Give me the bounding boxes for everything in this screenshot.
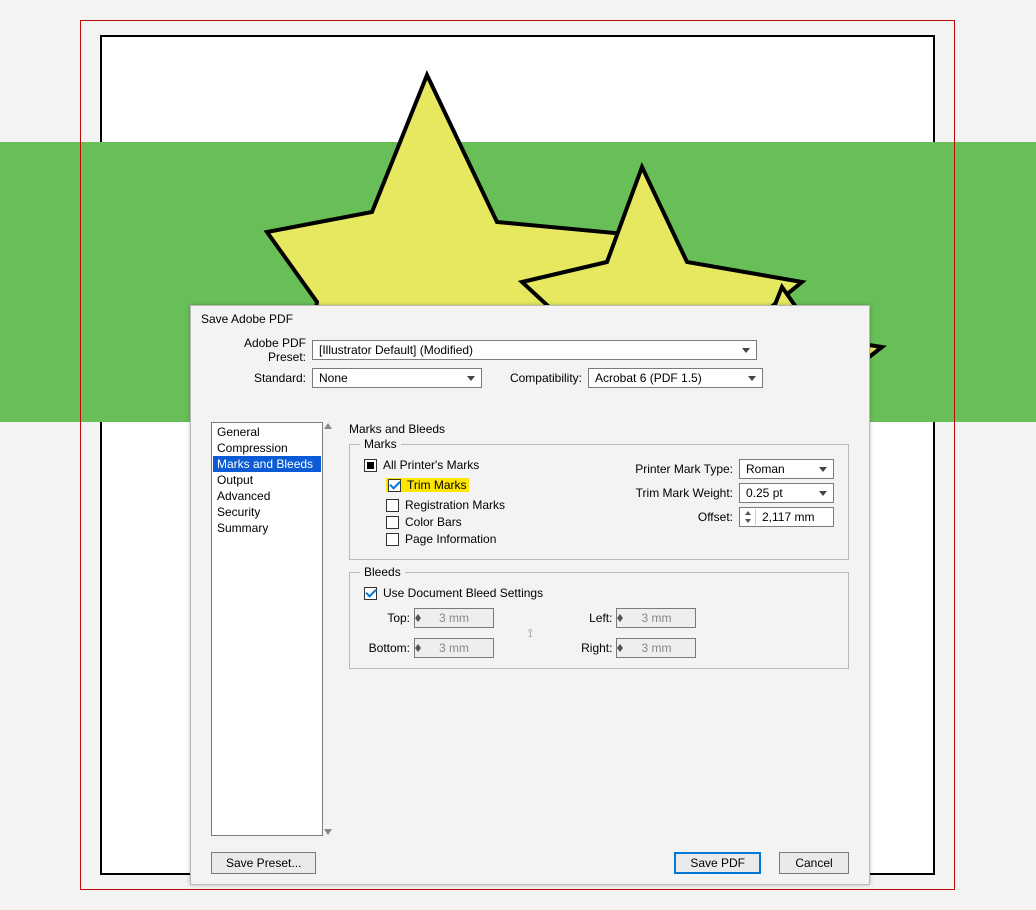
offset-spinner[interactable]: 2,117 mm	[739, 507, 834, 527]
standard-label: Standard:	[211, 371, 306, 385]
chevron-down-icon	[467, 376, 475, 381]
trim-marks-checkbox[interactable]: Trim Marks	[386, 478, 469, 492]
link-icon: ⟟	[528, 626, 532, 641]
use-document-bleed-checkbox[interactable]: Use Document Bleed Settings	[364, 586, 834, 600]
color-bars-checkbox[interactable]: Color Bars	[386, 515, 604, 529]
preset-value: [Illustrator Default] (Modified)	[319, 343, 473, 357]
checkbox-checked-icon	[364, 587, 377, 600]
printer-mark-type-select[interactable]: Roman	[739, 459, 834, 479]
standard-value: None	[319, 371, 348, 385]
spinner-down-icon	[415, 618, 421, 622]
sidebar-scrollbar[interactable]	[323, 423, 332, 835]
save-preset-button[interactable]: Save Preset...	[211, 852, 316, 874]
chevron-down-icon	[819, 467, 827, 472]
marks-legend: Marks	[360, 437, 401, 451]
spinner-down-icon	[617, 648, 623, 652]
registration-marks-checkbox[interactable]: Registration Marks	[386, 498, 604, 512]
spinner-down-icon	[415, 648, 421, 652]
bleeds-legend: Bleeds	[360, 565, 405, 579]
standard-select[interactable]: None	[312, 368, 482, 388]
page-information-checkbox[interactable]: Page Information	[386, 532, 604, 546]
offset-label: Offset:	[698, 510, 733, 524]
bleed-right-label: Right:	[566, 641, 612, 655]
sidebar-item-compression[interactable]: Compression	[213, 440, 321, 456]
marks-fieldset: Marks All Printer's Marks	[349, 444, 849, 560]
checkbox-checked-icon	[388, 479, 401, 492]
sidebar-item-general[interactable]: General	[213, 424, 321, 440]
scroll-up-icon[interactable]	[324, 423, 332, 429]
compat-select[interactable]: Acrobat 6 (PDF 1.5)	[588, 368, 763, 388]
chevron-down-icon	[819, 491, 827, 496]
spinner-down-icon	[617, 618, 623, 622]
bleed-left-label: Left:	[566, 611, 612, 625]
printer-mark-type-label: Printer Mark Type:	[635, 462, 733, 476]
chevron-down-icon	[748, 376, 756, 381]
save-pdf-button[interactable]: Save PDF	[674, 852, 761, 874]
compat-label: Compatibility:	[492, 371, 582, 385]
trim-mark-weight-select[interactable]: 0.25 pt	[739, 483, 834, 503]
compat-value: Acrobat 6 (PDF 1.5)	[595, 371, 702, 385]
sidebar-item-advanced[interactable]: Advanced	[213, 488, 321, 504]
preset-select[interactable]: [Illustrator Default] (Modified)	[312, 340, 757, 360]
preset-label: Adobe PDF Preset:	[211, 336, 306, 364]
sidebar-item-summary[interactable]: Summary	[213, 520, 321, 536]
sidebar-item-security[interactable]: Security	[213, 504, 321, 520]
trim-mark-weight-label: Trim Mark Weight:	[636, 486, 733, 500]
dialog-title: Save Adobe PDF	[191, 306, 869, 330]
bleed-right-spinner: 3 mm	[616, 638, 696, 658]
bleed-left-spinner: 3 mm	[616, 608, 696, 628]
sidebar-item-output[interactable]: Output	[213, 472, 321, 488]
all-printers-marks-checkbox[interactable]: All Printer's Marks	[364, 458, 604, 472]
checkbox-indeterminate-icon	[364, 459, 377, 472]
bleed-bottom-label: Bottom:	[364, 641, 410, 655]
checkbox-icon	[386, 533, 399, 546]
bleed-bottom-spinner: 3 mm	[414, 638, 494, 658]
sidebar: GeneralCompressionMarks and BleedsOutput…	[211, 422, 323, 836]
checkbox-icon	[386, 516, 399, 529]
checkbox-icon	[386, 499, 399, 512]
chevron-down-icon	[742, 348, 750, 353]
cancel-button[interactable]: Cancel	[779, 852, 849, 874]
sidebar-item-marks-and-bleeds[interactable]: Marks and Bleeds	[213, 456, 321, 472]
save-pdf-dialog: Save Adobe PDF Adobe PDF Preset: [Illust…	[190, 305, 870, 885]
panel: Marks and Bleeds Marks All Printer's Mar…	[349, 422, 849, 838]
panel-title: Marks and Bleeds	[349, 422, 849, 436]
spinner-up-icon[interactable]	[741, 509, 755, 517]
spinner-down-icon[interactable]	[741, 517, 755, 525]
scroll-down-icon[interactable]	[324, 829, 332, 835]
bleed-top-spinner: 3 mm	[414, 608, 494, 628]
bleed-top-label: Top:	[364, 611, 410, 625]
bleeds-fieldset: Bleeds Use Document Bleed Settings Top:	[349, 572, 849, 669]
